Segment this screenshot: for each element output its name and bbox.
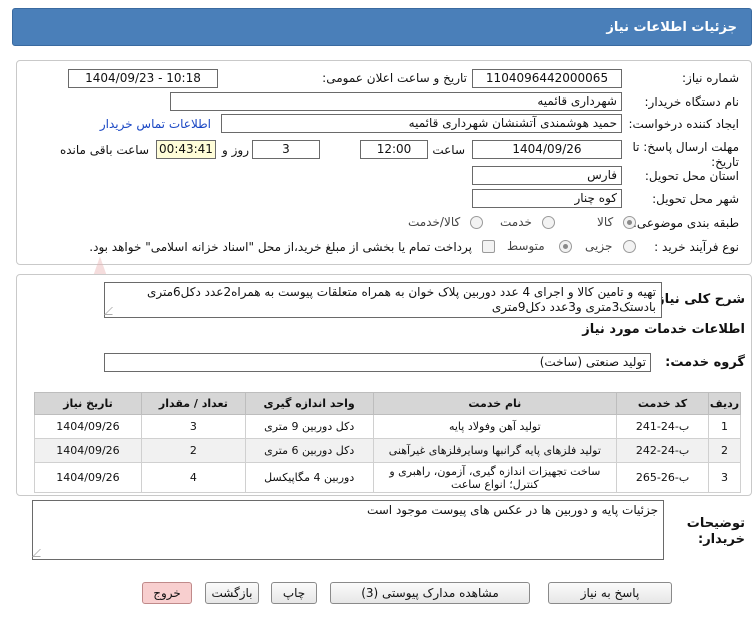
table-row: 1 ب-24-241 تولید آهن وفولاد پایه دکل دور… bbox=[34, 414, 741, 439]
buyer-notes-field: جزئیات پایه و دوربین ها در عکس های پیوست… bbox=[32, 500, 664, 560]
back-button[interactable]: بازگشت bbox=[205, 582, 259, 604]
service-group-field: تولید صنعتی (ساخت) bbox=[104, 353, 651, 372]
treasury-checkbox[interactable] bbox=[482, 240, 495, 253]
buyer-org-field: شهرداری قائمیه bbox=[170, 92, 622, 111]
process-radio-medium[interactable] bbox=[559, 240, 572, 253]
remaining-time-label: ساعت باقی مانده bbox=[59, 143, 149, 157]
requester-label: ایجاد کننده درخواست: bbox=[628, 117, 739, 131]
col-header-service-code: کد خدمت bbox=[616, 392, 710, 415]
city-field: کوه چنار bbox=[472, 189, 622, 208]
payment-note: پرداخت تمام یا بخشی از مبلغ خرید،از محل … bbox=[89, 240, 472, 254]
contact-buyer-link[interactable]: اطلاعات تماس خریدار bbox=[100, 117, 211, 131]
cell-row-number: 1 bbox=[708, 414, 741, 439]
cell-unit: دکل دوربین 9 متری bbox=[244, 414, 374, 439]
col-header-need-date: تاریخ نیاز bbox=[34, 392, 142, 415]
services-heading: اطلاعات خدمات مورد نیاز bbox=[582, 322, 745, 337]
service-group-label: گروه خدمت: bbox=[665, 355, 745, 370]
category-option-goods-service: کالا/خدمت bbox=[408, 215, 461, 229]
need-number-field: 1104096442000065 bbox=[472, 69, 622, 88]
col-header-unit: واحد اندازه گیری bbox=[244, 392, 374, 415]
category-radio-goods-service[interactable] bbox=[470, 216, 483, 229]
category-radio-service[interactable] bbox=[542, 216, 555, 229]
cell-need-date: 1404/09/26 bbox=[34, 438, 142, 463]
buyer-org-label: نام دستگاه خریدار: bbox=[644, 95, 740, 109]
remaining-time-field: 00:43:41 bbox=[156, 140, 216, 159]
resize-handle-icon[interactable] bbox=[32, 549, 48, 557]
deadline-time-field: 12:00 bbox=[360, 140, 428, 159]
services-table: ردیف کد خدمت نام خدمت واحد اندازه گیری ت… bbox=[34, 392, 741, 493]
need-number-label: شماره نیاز: bbox=[682, 71, 739, 85]
deadline-date-field: 1404/09/26 bbox=[472, 140, 622, 159]
province-label: استان محل تحویل: bbox=[644, 169, 739, 183]
announce-field: 1404/09/23 - 10:18 bbox=[68, 69, 218, 88]
category-label: طبقه بندی موضوعی: bbox=[632, 216, 739, 230]
col-header-service-name: نام خدمت bbox=[372, 392, 618, 415]
category-option-service: خدمت bbox=[500, 215, 532, 229]
table-row: 3 ب-26-265 ساخت تجهیزات اندازه گیری، آزم… bbox=[34, 462, 741, 493]
cell-quantity: 2 bbox=[140, 438, 246, 463]
resize-handle-icon[interactable] bbox=[104, 307, 120, 315]
buyer-notes-label: توضیحات خریدار: bbox=[686, 516, 745, 547]
cell-service-code: ب-24-242 bbox=[616, 438, 710, 463]
process-label: نوع فرآیند خرید : bbox=[654, 240, 739, 254]
need-description-label: شرح کلی نیاز: bbox=[651, 292, 745, 307]
cell-quantity: 4 bbox=[140, 462, 246, 493]
city-label: شهر محل تحویل: bbox=[652, 192, 739, 206]
cell-service-code: ب-24-241 bbox=[616, 414, 710, 439]
buyer-notes-text: جزئیات پایه و دوربین ها در عکس های پیوست… bbox=[366, 503, 658, 517]
province-field: فارس bbox=[472, 166, 622, 185]
need-description-field: تهیه و تامین کالا و اجرای 4 عدد دوربین پ… bbox=[104, 282, 662, 318]
days-field: 3 bbox=[252, 140, 320, 159]
requester-field: حمید هوشمندی آتشنشان شهرداری قائمیه bbox=[221, 114, 622, 133]
table-header-row: ردیف کد خدمت نام خدمت واحد اندازه گیری ت… bbox=[34, 392, 741, 415]
days-label: روز و bbox=[222, 143, 249, 157]
category-radio-goods[interactable] bbox=[623, 216, 636, 229]
cell-need-date: 1404/09/26 bbox=[34, 414, 142, 439]
page-title: جزئیات اطلاعات نیاز bbox=[606, 20, 737, 35]
need-description-text: تهیه و تامین کالا و اجرای 4 عدد دوربین پ… bbox=[146, 285, 656, 314]
announce-label: تاریخ و ساعت اعلان عمومی: bbox=[322, 71, 467, 85]
exit-button[interactable]: خروج bbox=[142, 582, 192, 604]
view-attachments-button[interactable]: مشاهده مدارک پیوستی (3) bbox=[330, 582, 530, 604]
col-header-quantity: تعداد / مقدار bbox=[140, 392, 246, 415]
cell-service-name: ساخت تجهیزات اندازه گیری، آزمون، راهبری … bbox=[372, 462, 618, 493]
reply-button[interactable]: پاسخ به نیاز bbox=[548, 582, 672, 604]
cell-service-name: تولید آهن وفولاد پایه bbox=[372, 414, 618, 439]
cell-unit: دوربین 4 مگاپیکسل bbox=[244, 462, 374, 493]
cell-row-number: 3 bbox=[708, 462, 741, 493]
table-row: 2 ب-24-242 تولید فلزهای پایه گرانبها وسا… bbox=[34, 438, 741, 463]
process-option-minor: جزیی bbox=[585, 239, 613, 253]
print-button[interactable]: چاپ bbox=[271, 582, 317, 604]
cell-quantity: 3 bbox=[140, 414, 246, 439]
cell-service-name: تولید فلزهای پایه گرانبها وسایرفلزهای غی… bbox=[372, 438, 618, 463]
category-option-goods: کالا bbox=[597, 215, 614, 229]
cell-service-code: ب-26-265 bbox=[616, 462, 710, 493]
deadline-time-label: ساعت bbox=[432, 143, 465, 157]
deadline-label: مهلت ارسال پاسخ: تا تاریخ: bbox=[632, 140, 739, 169]
process-radio-minor[interactable] bbox=[623, 240, 636, 253]
cell-unit: دکل دوربین 6 متری bbox=[244, 438, 374, 463]
process-option-medium: متوسط bbox=[507, 239, 545, 253]
cell-need-date: 1404/09/26 bbox=[34, 462, 142, 493]
cell-row-number: 2 bbox=[708, 438, 741, 463]
col-header-row-number: ردیف bbox=[708, 392, 741, 415]
page-title-bar: جزئیات اطلاعات نیاز bbox=[12, 8, 752, 46]
